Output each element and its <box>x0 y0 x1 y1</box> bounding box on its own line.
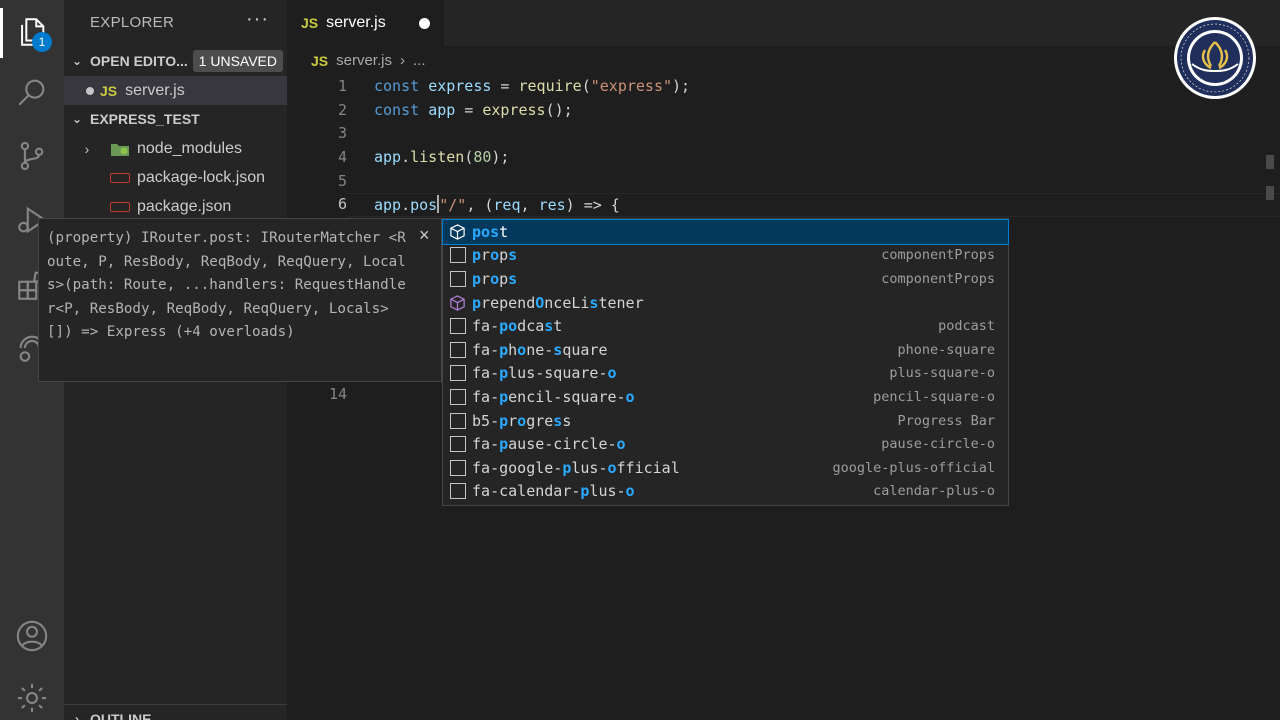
chevron-right-icon: › <box>75 711 79 720</box>
tab-bar: JS server.js <box>287 0 1280 46</box>
open-editors-label: OPEN EDITO... <box>90 53 188 69</box>
suggestion-item[interactable]: prependOnceListener <box>443 291 1008 315</box>
snippet-box-icon <box>449 436 466 453</box>
explorer-badge: 1 <box>32 32 52 52</box>
chevron-down-icon: ⌄ <box>71 112 83 126</box>
project-label: EXPRESS_TEST <box>90 111 200 127</box>
hover-documentation: (property) IRouter.post: IRouterMatcher … <box>38 218 442 382</box>
suggestion-detail: componentProps <box>881 247 995 264</box>
channel-logo <box>1174 17 1256 99</box>
npm-file-icon <box>110 201 130 212</box>
outline-section[interactable]: › OUTLINE <box>64 704 287 720</box>
code-line-6[interactable]: app.pos("/", (req, res) => { <box>374 195 620 214</box>
npm-file-icon <box>110 172 130 183</box>
snippet-box-icon <box>449 388 466 405</box>
cube-icon <box>449 223 466 240</box>
line-number: 1 <box>337 77 347 95</box>
settings-gear-icon[interactable] <box>12 678 52 718</box>
tree-item-label: package-lock.json <box>137 168 266 186</box>
code-line-2[interactable]: const app = express(); <box>374 101 573 119</box>
suggestion-label: post <box>472 222 509 241</box>
suggestion-detail: pause-circle-o <box>881 436 995 453</box>
suggestion-item[interactable]: fa-pause-circle-o pause-circle-o <box>443 432 1008 456</box>
suggestion-detail: Progress Bar <box>897 412 995 429</box>
suggestion-item[interactable]: props componentProps <box>443 267 1008 291</box>
line-number: 6 <box>337 195 347 213</box>
js-file-icon: JS <box>311 52 329 69</box>
line-number: 2 <box>337 101 347 119</box>
breadcrumb: JS server.js › ... <box>311 52 426 69</box>
more-actions-icon[interactable]: ··· <box>246 8 269 31</box>
method-icon <box>449 294 466 311</box>
chevron-right-icon: › <box>84 140 90 157</box>
snippet-box-icon <box>449 318 466 335</box>
hover-text: (property) IRouter.post: IRouterMatcher … <box>47 230 406 341</box>
js-file-icon: JS <box>301 15 319 31</box>
close-icon[interactable]: × <box>419 225 430 246</box>
suggestion-item[interactable]: post <box>442 219 1009 245</box>
unsaved-badge: 1 UNSAVED <box>192 50 283 72</box>
tree-item-label: package.json <box>137 197 232 215</box>
suggestion-item[interactable]: props componentProps <box>443 244 1008 268</box>
scrollbar-marker <box>1266 155 1274 169</box>
snippet-box-icon <box>449 270 466 287</box>
suggestion-detail: componentProps <box>881 270 995 287</box>
line-number: 14 <box>328 385 347 403</box>
open-editors-section[interactable]: ⌄ OPEN EDITO... 1 UNSAVED <box>64 47 287 75</box>
tree-item-package-json[interactable]: package.json <box>64 192 287 221</box>
search-icon[interactable] <box>12 72 52 112</box>
line-number: 3 <box>337 124 347 142</box>
tree-item-node-modules[interactable]: › node_modules <box>64 134 287 163</box>
unsaved-dot-icon[interactable] <box>419 18 430 29</box>
scrollbar-marker <box>1266 186 1274 200</box>
sidebar-title: EXPLORER <box>90 14 175 31</box>
suggestion-item[interactable]: fa-phone-square phone-square <box>443 338 1008 362</box>
suggestion-item[interactable]: fa-podcast podcast <box>443 314 1008 338</box>
active-indicator <box>0 8 3 58</box>
code-line-4[interactable]: app.listen(80); <box>374 148 509 166</box>
open-editor-filename: server.js <box>125 81 185 99</box>
account-icon[interactable] <box>12 616 52 656</box>
suggestion-item[interactable]: fa-calendar-plus-o calendar-plus-o <box>443 480 1008 504</box>
node-folder-icon <box>111 143 129 156</box>
breadcrumb-more[interactable]: ... <box>413 52 426 69</box>
tab-label: server.js <box>326 14 386 31</box>
snippet-box-icon <box>449 483 466 500</box>
tree-item-package-lock[interactable]: package-lock.json <box>64 163 287 192</box>
snippet-box-icon <box>449 412 466 429</box>
snippet-box-icon <box>449 247 466 264</box>
suggestion-item[interactable]: fa-pencil-square-o pencil-square-o <box>443 385 1008 409</box>
unsaved-dot-icon[interactable] <box>86 86 94 95</box>
snippet-box-icon <box>449 365 466 382</box>
js-file-icon: JS <box>100 82 118 99</box>
suggestion-label: prependOnceListener <box>472 293 644 312</box>
chevron-right-icon: › <box>399 52 405 69</box>
line-number: 4 <box>337 148 347 166</box>
project-section[interactable]: ⌄ EXPRESS_TEST <box>64 105 287 133</box>
suggestion-detail: plus-square-o <box>889 365 995 382</box>
snippet-box-icon <box>449 459 466 476</box>
suggestion-item[interactable]: fa-google-plus-official google-plus-offic… <box>443 456 1008 480</box>
chevron-down-icon: ⌄ <box>71 54 83 68</box>
suggest-widget: post props componentProps props componentPro… <box>442 218 1009 506</box>
tab-server-js[interactable]: JS server.js <box>287 0 444 46</box>
open-editor-item[interactable]: JS server.js <box>64 76 287 105</box>
suggestion-detail: calendar-plus-o <box>873 483 995 500</box>
suggestion-detail: phone-square <box>897 341 995 358</box>
breadcrumb-file[interactable]: server.js <box>336 52 392 69</box>
outline-label: OUTLINE <box>90 710 152 720</box>
suggestion-detail: pencil-square-o <box>873 388 995 405</box>
snippet-box-icon <box>449 341 466 358</box>
suggestion-detail: google-plus-official <box>832 459 995 476</box>
suggestion-label: fa-podcast <box>472 317 563 336</box>
suggestion-detail: podcast <box>938 318 995 335</box>
line-number: 5 <box>337 172 347 190</box>
code-line-1[interactable]: const express = require("express"); <box>374 77 690 95</box>
tree-item-label: node_modules <box>137 139 242 157</box>
source-control-icon[interactable] <box>12 136 52 176</box>
suggestion-item[interactable]: b5-progress Progress Bar <box>443 409 1008 433</box>
suggestion-item[interactable]: fa-plus-square-o plus-square-o <box>443 362 1008 386</box>
